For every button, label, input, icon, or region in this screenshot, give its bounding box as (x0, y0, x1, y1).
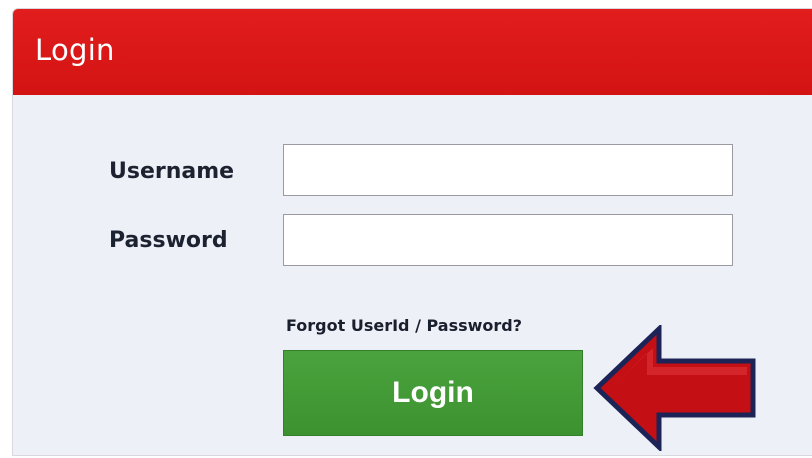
login-button-label: Login (392, 376, 474, 409)
password-input[interactable] (283, 214, 733, 266)
login-panel: Login Username Password Forgot UserId / … (12, 8, 812, 456)
password-label: Password (109, 228, 228, 253)
username-label: Username (109, 159, 235, 184)
forgot-userid-password-link[interactable]: Forgot UserId / Password? (286, 316, 522, 335)
login-button[interactable]: Login (283, 350, 583, 436)
header-title: Login (35, 33, 115, 67)
username-input[interactable] (283, 144, 733, 196)
arrow-left-icon (593, 325, 756, 451)
login-header: Login (13, 9, 812, 95)
